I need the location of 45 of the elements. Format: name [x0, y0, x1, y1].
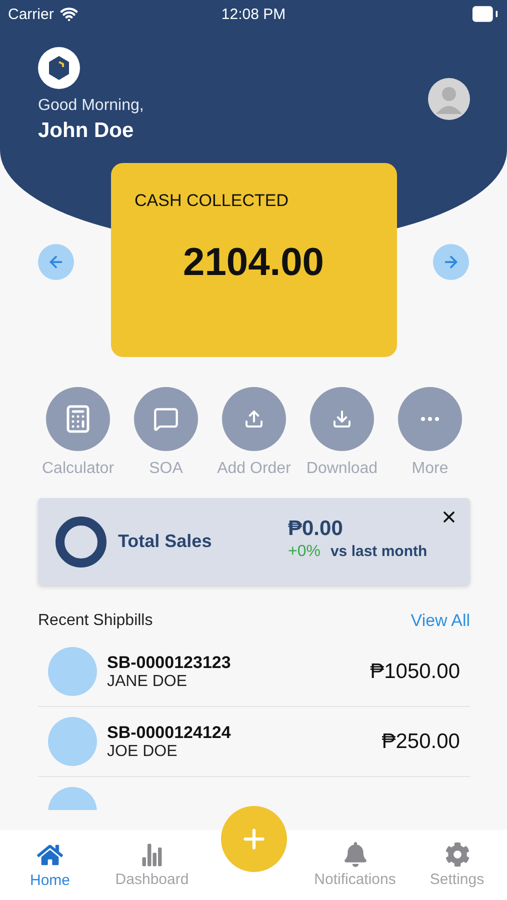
user-name: John Doe [38, 119, 135, 143]
tab[interactable]: Settings [407, 842, 507, 888]
bar-chart-icon [140, 842, 164, 866]
row-avatar [48, 647, 97, 696]
wifi-icon [60, 5, 78, 23]
sales-amount: ₱0.00 [288, 516, 344, 540]
shipbill-amount: ₱250.00 [382, 730, 460, 754]
shipbill-row[interactable]: SB-0000124124 JOE DOE ₱250.00 [38, 707, 470, 777]
upload-icon [244, 409, 264, 429]
message-icon [153, 406, 179, 432]
tab[interactable]: Dashboard [100, 842, 204, 888]
clock: 12:08 PM [221, 6, 286, 22]
section-title: Recent Shipbills [38, 612, 153, 630]
tab[interactable]: Notifications [303, 842, 407, 888]
view-all-link[interactable]: View All [410, 611, 470, 631]
ring-icon [55, 516, 107, 568]
tab[interactable]: Home [0, 842, 100, 888]
avatar[interactable] [428, 78, 470, 120]
shipbill-id: SB-0000124124 [107, 722, 232, 742]
arrow-right-icon [442, 253, 460, 271]
card-amount: 2104.00 [183, 241, 324, 285]
customer-name: JOE DOE [107, 742, 178, 760]
card-label: CASH COLLECTED [134, 191, 290, 211]
logo [38, 47, 80, 89]
shipbill-amount: ₱1050.00 [370, 660, 460, 684]
bell-icon [342, 842, 368, 867]
customer-name: JANE DOE [107, 672, 188, 690]
row-avatar [48, 717, 97, 766]
shipbill-row[interactable]: SB-0000123123 JANE DOE ₱1050.00 [38, 637, 470, 707]
action-label: Download [306, 460, 378, 478]
next-button[interactable] [433, 244, 469, 280]
settings-icon [444, 842, 470, 867]
sales-change: +0% [288, 542, 320, 560]
previous-button[interactable] [38, 244, 74, 280]
more-icon [421, 417, 439, 421]
action-label: SOA [149, 460, 183, 478]
action-label: Calculator [42, 460, 114, 478]
action-label: More [412, 460, 448, 478]
sales-title: Total Sales [118, 531, 213, 552]
shipbill-id: SB-0000123123 [107, 652, 232, 672]
carrier-label: Carrier [8, 6, 54, 22]
action-label: Add Order [217, 460, 291, 478]
greeting: Good Morning, [38, 97, 144, 115]
download-icon [332, 409, 352, 429]
comparison-label: vs last month [330, 542, 428, 560]
